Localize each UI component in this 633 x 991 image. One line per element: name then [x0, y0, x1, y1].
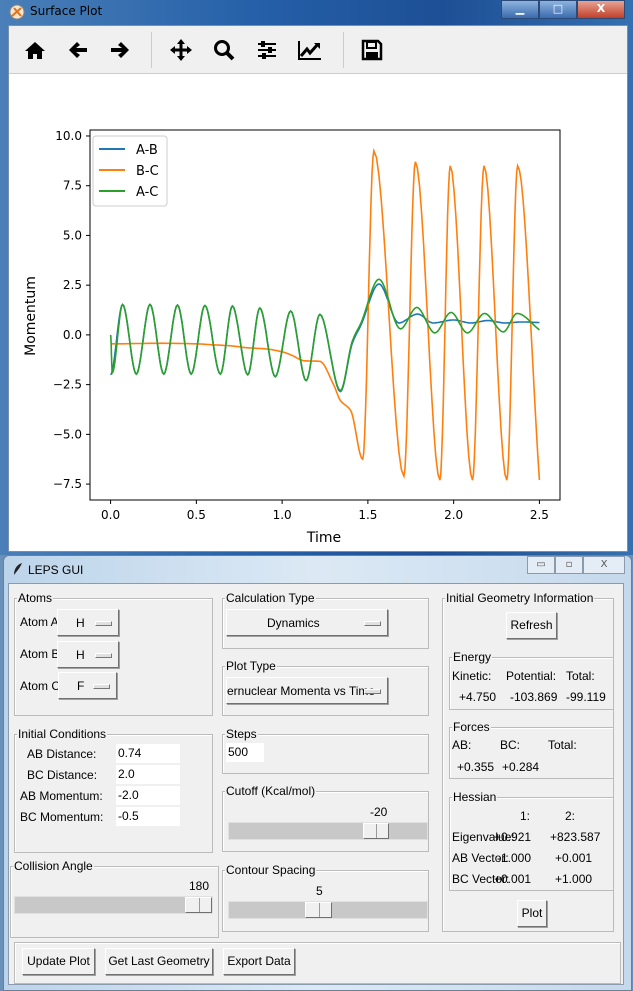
y-tick-label: 5.0 — [63, 228, 82, 242]
series-line-a-c — [109, 278, 540, 392]
y-tick-label: 0.0 — [63, 328, 82, 342]
y-tick-label: 2.5 — [63, 278, 82, 292]
legend: A-B B-C A-C — [92, 135, 168, 207]
x-tick-label: 1.0 — [273, 508, 292, 522]
close-button[interactable]: X — [583, 556, 625, 574]
y-tick-label: −2.5 — [53, 378, 82, 392]
y-tick-label: −7.5 — [53, 477, 82, 491]
window-title: LEPS GUI — [28, 563, 84, 577]
x-tick-label: 2.0 — [444, 508, 463, 522]
x-tick-label: 2.5 — [530, 508, 549, 522]
y-tick-label: −5.0 — [53, 427, 82, 441]
leps-gui-window: LEPS GUI ▭ ▫ X — [3, 555, 632, 991]
x-axis-label: Time — [306, 530, 341, 546]
x-tick-label: 0.0 — [101, 508, 120, 522]
y-tick-label: 10.0 — [55, 129, 82, 143]
legend-label: B-C — [136, 164, 159, 179]
maximize-button[interactable]: ▫ — [555, 556, 583, 574]
x-tick-label: 1.5 — [358, 508, 377, 522]
feather-icon — [14, 563, 22, 575]
series-line-a-b — [109, 283, 540, 393]
momentum-chart: 0.0 0.5 1.0 1.5 2.0 2.5 −7.5 −5.0 −2.5 0.0 2.5 5.0 7… — [23, 129, 561, 546]
minimize-button[interactable]: ▭ — [527, 556, 555, 574]
y-tick-label: 7.5 — [63, 179, 82, 193]
x-tick-label: 0.5 — [187, 508, 206, 522]
legend-label: A-B — [136, 143, 158, 158]
legend-label: A-C — [136, 185, 158, 200]
y-axis-label: Momentum — [23, 276, 39, 356]
